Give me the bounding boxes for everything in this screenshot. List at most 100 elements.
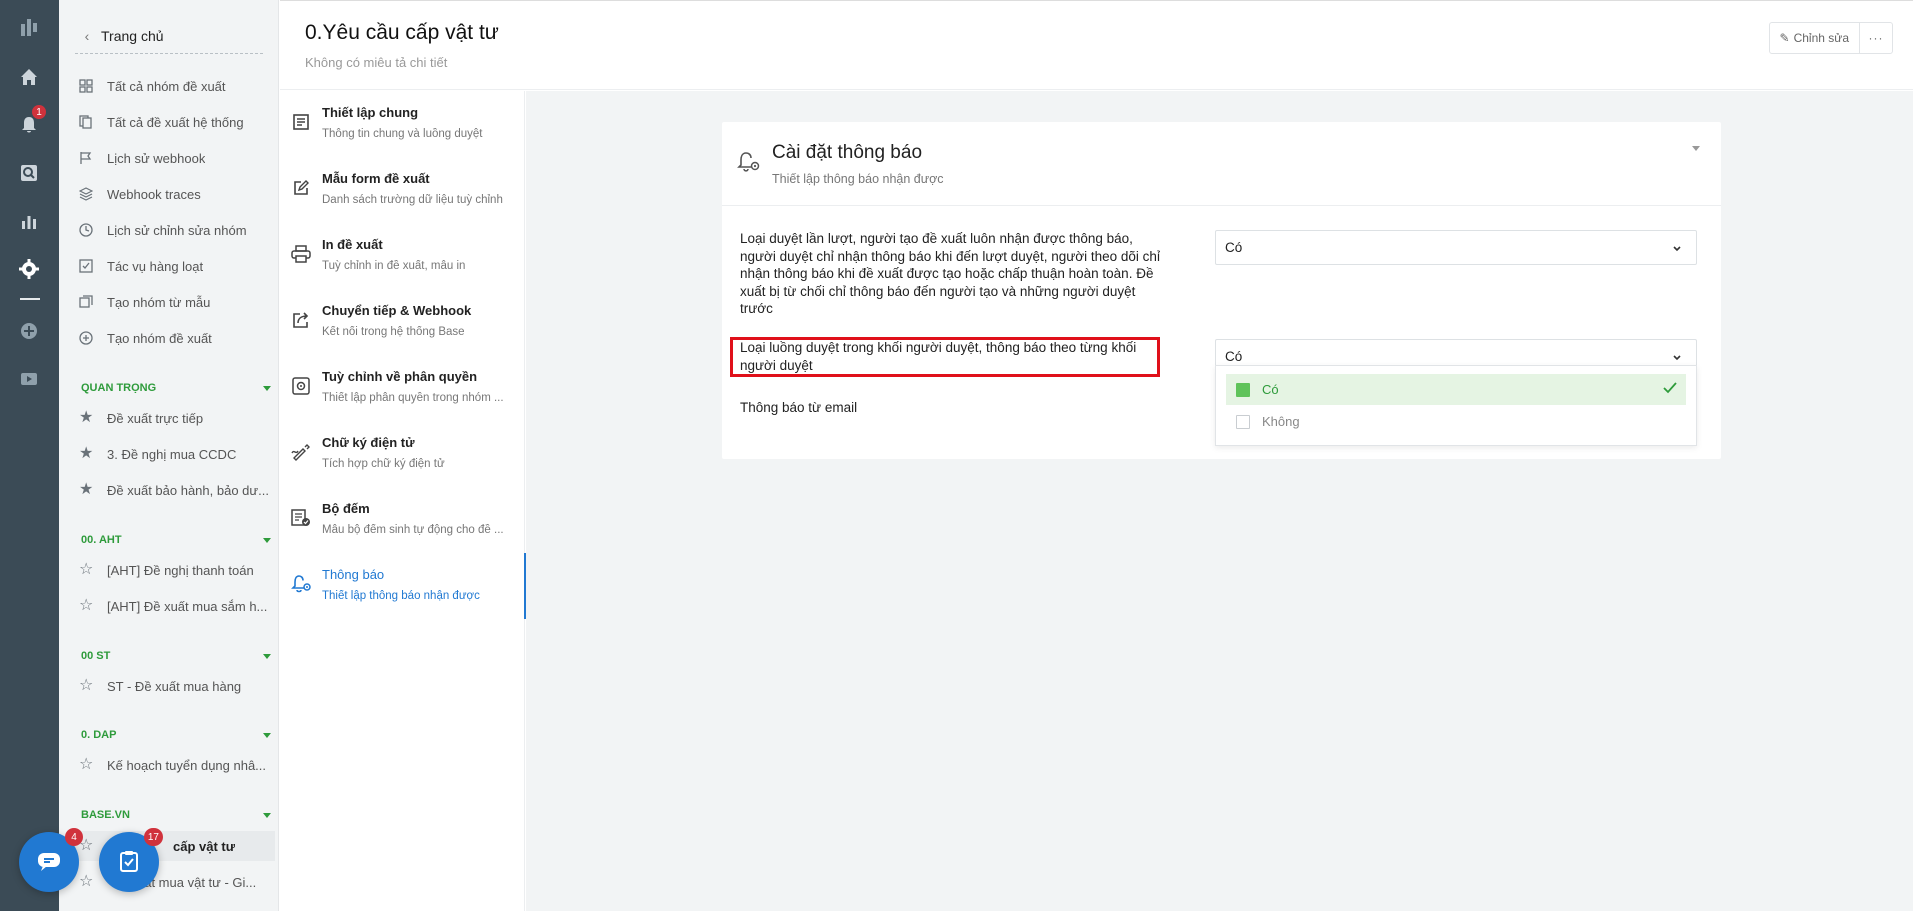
settings-tab-notifications[interactable]: Thông báo Thiết lập thông báo nhận được (280, 553, 528, 619)
settings-tab-print[interactable]: In đề xuất Tuỳ chỉnh in đề xuất, mẫu in (280, 223, 525, 289)
group-item-label: [AHT] Đề nghị thanh toán (107, 562, 254, 578)
document-icon (290, 111, 312, 133)
group-item-label: [AHT] Đề xuất mua sắm h... (107, 598, 268, 614)
flag-icon (79, 151, 107, 165)
settings-tab-counter[interactable]: Bộ đếm Mẫu bộ đếm sinh tự động cho đề ..… (280, 487, 525, 553)
more-options-button[interactable]: ··· (1860, 23, 1892, 53)
nav-item-bulk-tasks[interactable]: Tác vụ hàng loạt (79, 251, 271, 281)
app-rail: 1 (0, 0, 59, 911)
settings-tab-title: In đề xuất (322, 237, 383, 252)
group-header-aht[interactable]: 00. AHT (81, 532, 271, 548)
nav-item-webhook-traces[interactable]: Webhook traces (79, 179, 271, 209)
settings-tab-general[interactable]: Thiết lập chung Thông tin chung và luồng… (280, 91, 525, 157)
group-item-label: ST - Đề xuất mua hàng (107, 678, 242, 694)
notification-settings-card: Cài đặt thông báo Thiết lập thông báo nh… (722, 122, 1721, 459)
search-box-icon[interactable] (16, 160, 42, 186)
settings-tab-title: Mẫu form đề xuất (322, 171, 430, 186)
nav-item-create-group[interactable]: Tạo nhóm đề xuất (79, 323, 271, 353)
nav-item-webhook-history[interactable]: Lịch sử webhook (79, 143, 271, 173)
chevron-down-icon (1672, 242, 1682, 257)
clipboard-check-icon (118, 849, 140, 876)
card-subtitle: Thiết lập thông báo nhận được (772, 172, 944, 186)
settings-menu: Thiết lập chung Thông tin chung và luồng… (280, 91, 528, 911)
nav-item-group-edit-history[interactable]: Lịch sử chỉnh sửa nhóm (79, 215, 271, 245)
chat-fab[interactable]: 4 (19, 828, 83, 892)
add-circle-icon[interactable] (16, 318, 42, 344)
settings-tab-desc: Thông tin chung và luồng duyệt (322, 128, 483, 140)
nav-item-all-requests[interactable]: Tất cả đề xuất hệ thống (79, 107, 271, 137)
nav-item-create-from-template[interactable]: Tạo nhóm từ mẫu (79, 287, 271, 317)
checkmark-icon (1663, 382, 1677, 397)
layers-icon (79, 187, 107, 201)
edit-button-label: Chỉnh sửa (1793, 31, 1849, 45)
settings-tab-desc: Thiết lập thông báo nhận được (322, 590, 480, 602)
settings-tab-title: Thiết lập chung (322, 105, 419, 120)
nav-item-label: Tác vụ hàng loạt (107, 258, 204, 274)
home-label: Trang chủ (101, 27, 164, 44)
checklist-icon (79, 259, 107, 273)
star-outline-icon[interactable]: ☆ (79, 598, 107, 614)
star-outline-icon[interactable]: ☆ (79, 757, 107, 773)
group-title: QUAN TRỌNG (81, 382, 157, 394)
favorite-item[interactable]: ★ Đề xuất bảo hành, bảo dư... (79, 475, 271, 505)
settings-box-icon (290, 375, 312, 397)
edit-button[interactable]: ✎ Chỉnh sửa (1770, 23, 1860, 53)
group-header-dap[interactable]: 0. DAP (81, 727, 271, 743)
group-item[interactable]: ☆ ST - Đề xuất mua hàng (79, 671, 271, 701)
nav-item-label: Tạo nhóm từ mẫu (107, 294, 211, 310)
settings-tab-desc: Tích hợp chữ ký điện tử (322, 458, 445, 470)
dropdown-option-co[interactable]: Có (1226, 374, 1686, 405)
settings-tab-form[interactable]: Mẫu form đề xuất Danh sách trường dữ liệ… (280, 157, 525, 223)
setting-select-sequential[interactable]: Có (1215, 230, 1697, 265)
nav-item-label: Lịch sử webhook (107, 150, 206, 166)
group-header-base-vn[interactable]: BASE.VN (81, 807, 271, 823)
report-chart-icon[interactable] (16, 208, 42, 234)
dropdown-option-khong[interactable]: Không (1226, 406, 1686, 437)
favorite-item[interactable]: ★ Đề xuất trực tiếp (79, 403, 271, 433)
tasks-fab[interactable]: 17 (99, 828, 163, 892)
star-outline-icon[interactable]: ☆ (79, 678, 107, 694)
nav-item-all-groups[interactable]: Tất cả nhóm đề xuất (79, 71, 271, 101)
nav-item-label: Webhook traces (107, 186, 201, 202)
caret-down-icon (263, 653, 271, 659)
star-filled-icon[interactable]: ★ (79, 410, 107, 426)
notification-badge: 1 (30, 103, 48, 121)
settings-gear-icon[interactable] (16, 256, 42, 282)
card-header[interactable]: Cài đặt thông báo Thiết lập thông báo nh… (722, 122, 1721, 206)
video-play-icon[interactable] (16, 366, 42, 392)
base-logo-icon[interactable] (16, 14, 42, 40)
group-item[interactable]: ☆ [AHT] Đề xuất mua sắm h... (79, 591, 271, 621)
home-icon[interactable] (16, 64, 42, 90)
printer-icon (290, 243, 312, 265)
home-link[interactable]: ‹ Trang chủ (75, 18, 263, 54)
star-filled-icon[interactable]: ★ (79, 446, 107, 462)
star-filled-icon[interactable]: ★ (79, 482, 107, 498)
settings-tab-permissions[interactable]: Tuỳ chỉnh về phân quyền Thiết lập phân q… (280, 355, 525, 421)
star-outline-icon[interactable]: ☆ (79, 562, 107, 578)
copy-icon (79, 115, 107, 129)
tasks-badge: 17 (143, 828, 163, 846)
nav-item-label: Tất cả đề xuất hệ thống (107, 114, 244, 130)
group-item[interactable]: ☆ Kế hoạch tuyển dụng nhâ... (79, 750, 271, 780)
favorite-item-label: 3. Đề nghị mua CCDC (107, 446, 237, 462)
settings-tab-webhook[interactable]: Chuyển tiếp & Webhook Kết nối trong hệ t… (280, 289, 525, 355)
group-header-st[interactable]: 00 ST (81, 648, 271, 664)
card-title: Cài đặt thông báo (772, 142, 923, 163)
nav-item-label: Tạo nhóm đề xuất (107, 330, 212, 346)
collapse-caret-icon[interactable] (1692, 146, 1700, 151)
group-header-quan-trong[interactable]: QUAN TRỌNG (81, 380, 271, 396)
setting-label-email: Thông báo từ email (740, 400, 858, 415)
settings-tab-signature[interactable]: Chữ ký điện tử Tích hợp chữ ký điện tử (280, 421, 525, 487)
group-item[interactable]: ☆ [AHT] Đề nghị thanh toán (79, 555, 271, 585)
group-title: 00. AHT (81, 534, 122, 546)
page-header: 0.Yêu cầu cấp vật tư Không có miêu tả ch… (280, 0, 1913, 90)
favorite-item[interactable]: ★ 3. Đề nghị mua CCDC (79, 439, 271, 469)
group-title: BASE.VN (81, 809, 130, 821)
option-label: Không (1262, 414, 1300, 429)
settings-tab-desc: Tuỳ chỉnh in đề xuất, mẫu in (322, 260, 466, 272)
settings-tab-desc: Kết nối trong hệ thống Base (322, 326, 465, 338)
chat-badge: 4 (65, 828, 83, 846)
template-icon (79, 295, 107, 309)
share-icon (290, 309, 312, 331)
chevron-down-icon (1672, 351, 1682, 366)
